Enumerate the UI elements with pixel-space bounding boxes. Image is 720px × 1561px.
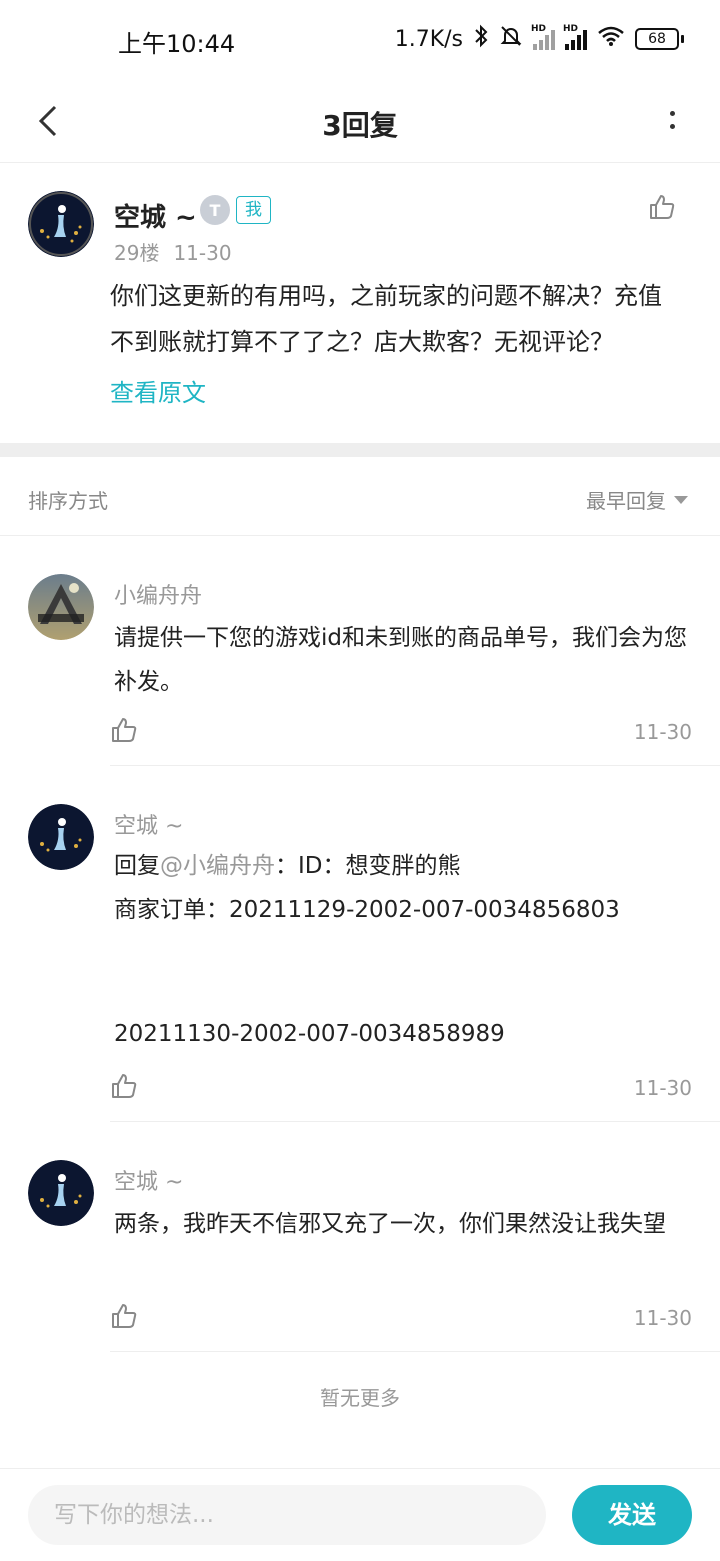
mention-link[interactable]: @小编舟舟 bbox=[160, 853, 275, 879]
battery-icon: 68 bbox=[635, 28, 684, 50]
no-more-label: 暂无更多 bbox=[320, 1386, 400, 1410]
reply-date: 11-30 bbox=[633, 1076, 692, 1100]
avatar[interactable] bbox=[28, 804, 94, 870]
reply-line-1-rest: ：ID：想变胖的熊 bbox=[275, 853, 461, 879]
reply-line-2: 商家订单：20211129-2002-007-0034856803 bbox=[114, 897, 620, 923]
reply-line-1: 回复@小编舟舟：ID：想变胖的熊 bbox=[114, 844, 694, 888]
like-button[interactable] bbox=[648, 193, 676, 225]
view-original-link[interactable]: 查看原文 bbox=[110, 373, 206, 408]
divider bbox=[110, 1351, 720, 1352]
status-icons: 1.7K/s HD HD 68 bbox=[395, 24, 684, 54]
section-divider bbox=[0, 443, 720, 457]
wifi-icon bbox=[597, 25, 625, 53]
floor-number: 29楼 bbox=[114, 241, 160, 265]
reply-item: 小编舟舟 请提供一下您的游戏id和未到账的商品单号，我们会为您补发。 11-30 bbox=[0, 536, 720, 766]
avatar[interactable] bbox=[28, 574, 94, 640]
reply-date: 11-30 bbox=[633, 1306, 692, 1330]
sort-dropdown[interactable]: 最早回复 bbox=[586, 485, 688, 514]
reply-line-3: 20211130-2002-007-0034858989 bbox=[114, 1021, 505, 1047]
level-badge: T bbox=[200, 195, 230, 225]
signal-icon-1: HD bbox=[531, 24, 555, 50]
mute-bell-icon bbox=[499, 24, 523, 54]
comment-text: 你们这更新的有用吗，之前玩家的问题不解决？充值不到账就打算不了了之？店大欺客？无… bbox=[110, 282, 662, 356]
like-button[interactable] bbox=[110, 1302, 138, 1334]
page-title: 3回复 bbox=[322, 109, 398, 142]
thumbs-up-icon bbox=[112, 718, 137, 742]
sort-value: 最早回复 bbox=[586, 489, 666, 513]
sort-row: 排序方式 最早回复 bbox=[0, 457, 720, 536]
battery-level: 68 bbox=[635, 28, 679, 50]
reply-author[interactable]: 空城 ~ bbox=[114, 1164, 183, 1196]
reply-date: 11-30 bbox=[633, 720, 692, 744]
caret-down-icon bbox=[674, 495, 688, 504]
thumbs-up-icon bbox=[112, 1304, 137, 1328]
composer-bar: 发送 bbox=[0, 1468, 720, 1561]
status-bar: 上午10:44 1.7K/s HD HD 68 bbox=[0, 0, 720, 80]
reply-text: 请提供一下您的游戏id和未到账的商品单号，我们会为您补发。 bbox=[114, 625, 687, 695]
author-name[interactable]: 空城 ~ bbox=[114, 197, 197, 234]
me-badge: 我 bbox=[236, 196, 271, 224]
net-speed: 1.7K/s bbox=[394, 26, 463, 52]
floor-and-date: 29楼 11-30 bbox=[114, 237, 232, 266]
reply-author[interactable]: 小编舟舟 bbox=[114, 578, 202, 610]
reply-text: 两条，我昨天不信邪又充了一次，你们果然没让我失望 bbox=[114, 1211, 666, 1237]
signal-icon-2: HD bbox=[563, 24, 587, 50]
reply-item: 空城 ~ 两条，我昨天不信邪又充了一次，你们果然没让我失望 11-30 bbox=[0, 1122, 720, 1352]
more-options-button[interactable] bbox=[660, 98, 684, 142]
send-button[interactable]: 发送 bbox=[572, 1485, 692, 1545]
avatar[interactable] bbox=[28, 191, 94, 257]
avatar[interactable] bbox=[28, 1160, 94, 1226]
like-button[interactable] bbox=[110, 1072, 138, 1104]
thumbs-up-icon bbox=[650, 195, 675, 219]
top-nav-bar: 3回复 bbox=[0, 80, 720, 163]
reply-prefix: 回复 bbox=[114, 853, 160, 879]
post-date: 11-30 bbox=[173, 241, 232, 265]
comment-input[interactable] bbox=[28, 1485, 546, 1545]
main-comment: 空城 ~ T 我 29楼 11-30 你们这更新的有用吗，之前玩家的问题不解决？充… bbox=[0, 163, 720, 443]
like-button[interactable] bbox=[110, 716, 138, 748]
bluetooth-icon bbox=[473, 24, 489, 54]
status-time: 上午10:44 bbox=[118, 30, 236, 58]
reply-item: 空城 ~ 回复@小编舟舟：ID：想变胖的熊 商家订单：20211129-2002… bbox=[0, 766, 720, 1122]
thumbs-up-icon bbox=[112, 1074, 137, 1098]
sort-label: 排序方式 bbox=[28, 489, 108, 513]
reply-text: 回复@小编舟舟：ID：想变胖的熊 商家订单：20211129-2002-007-… bbox=[114, 844, 694, 1056]
reply-author[interactable]: 空城 ~ bbox=[114, 808, 183, 840]
